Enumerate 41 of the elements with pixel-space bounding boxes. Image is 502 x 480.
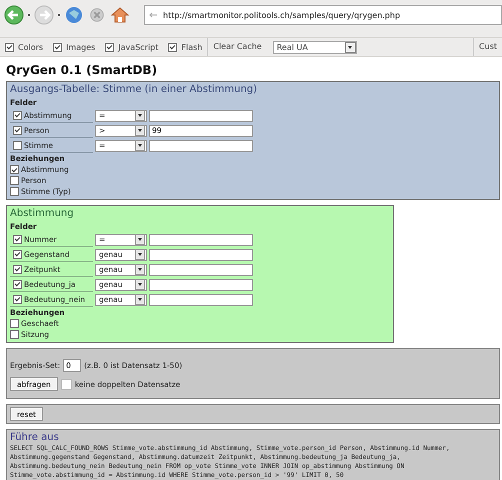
checkbox[interactable] bbox=[60, 378, 72, 390]
checkbox[interactable] bbox=[53, 42, 62, 52]
checkbox[interactable] bbox=[10, 319, 19, 328]
panel-title: Ausgangs-Tabelle: Stimme (in einer Abstimmung) bbox=[10, 83, 258, 97]
output-title: Führe aus bbox=[10, 431, 60, 444]
toolbar-label: Colors bbox=[18, 42, 44, 52]
checkbox[interactable] bbox=[13, 110, 22, 120]
checkbox[interactable] bbox=[13, 294, 22, 304]
checkbox[interactable] bbox=[10, 330, 19, 339]
value-field[interactable] bbox=[149, 294, 253, 306]
panel-title: Abstimmung bbox=[10, 207, 75, 221]
toolbar-label: Flash bbox=[181, 42, 202, 52]
checkbox[interactable] bbox=[13, 264, 22, 274]
arrow-icon bbox=[149, 12, 157, 18]
value-field[interactable] bbox=[149, 110, 253, 122]
checkbox[interactable] bbox=[105, 42, 114, 52]
checkbox[interactable] bbox=[13, 140, 22, 150]
checkbox[interactable] bbox=[13, 280, 22, 288]
checkbox[interactable] bbox=[5, 42, 14, 52]
address-field[interactable]: http://smartmonitor.politools.ch/samples/query/qrygen.php bbox=[144, 5, 502, 25]
checkbox[interactable] bbox=[168, 42, 178, 52]
value-field[interactable] bbox=[149, 140, 253, 152]
value-field[interactable] bbox=[149, 264, 253, 276]
value-field[interactable] bbox=[149, 278, 253, 290]
checkbox[interactable] bbox=[10, 176, 19, 185]
checkbox[interactable] bbox=[13, 250, 22, 258]
checkbox[interactable] bbox=[10, 165, 19, 174]
toolbar-label: JavaScript bbox=[118, 42, 158, 52]
stop-icon[interactable] bbox=[88, 6, 106, 24]
back-icon[interactable] bbox=[4, 5, 24, 25]
toolbar-label: Images bbox=[66, 42, 96, 52]
toolbar-button[interactable]: Cust bbox=[473, 38, 502, 56]
value-field[interactable] bbox=[149, 248, 253, 260]
toolbar-button[interactable]: Clear Cache bbox=[207, 38, 267, 56]
checkbox[interactable] bbox=[10, 187, 19, 196]
home-icon[interactable] bbox=[110, 5, 130, 25]
user-agent-dropdown[interactable]: Real UA bbox=[272, 40, 357, 54]
value-field[interactable] bbox=[149, 234, 253, 246]
checkbox[interactable] bbox=[13, 126, 22, 134]
checkbox[interactable] bbox=[13, 234, 22, 244]
page-title: QryGen 0.1 (SmartDB) bbox=[6, 62, 158, 79]
